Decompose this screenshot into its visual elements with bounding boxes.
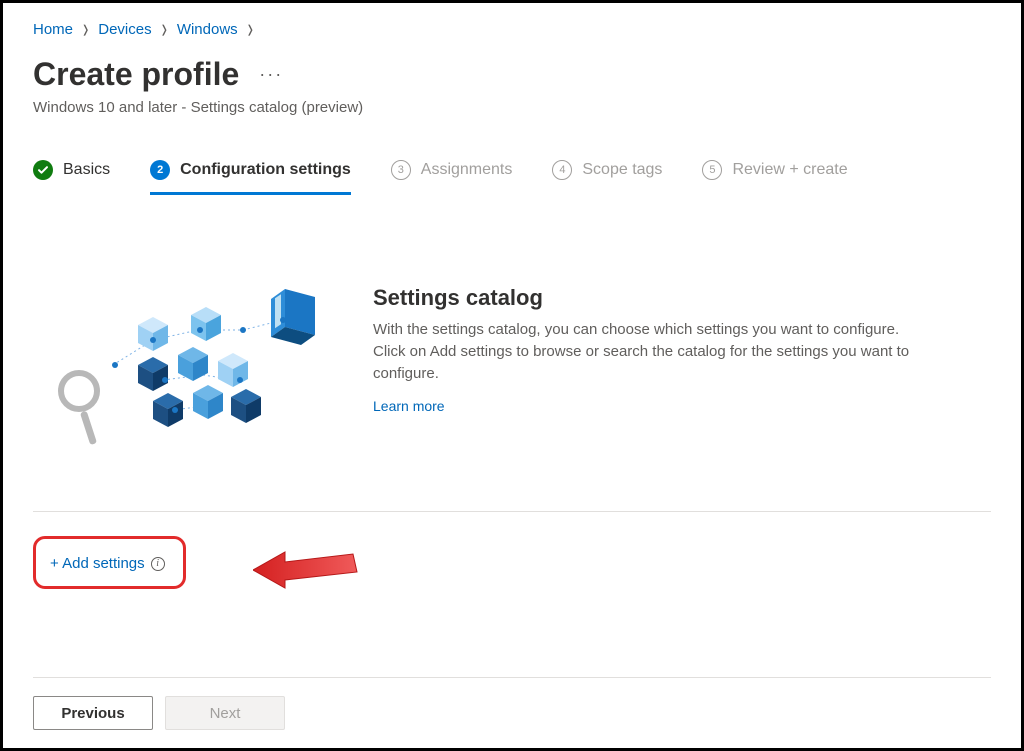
chevron-right-icon: ❭ [160, 23, 169, 36]
step-basics[interactable]: Basics [33, 160, 110, 195]
step-label: Basics [63, 161, 110, 179]
add-settings-callout: + Add settings i [33, 536, 186, 589]
add-settings-label: + Add settings [50, 555, 145, 572]
step-label: Scope tags [582, 161, 662, 179]
step-number-badge: 4 [552, 160, 572, 180]
page-title: Create profile [33, 56, 239, 93]
breadcrumb: Home ❭ Devices ❭ Windows ❭ [33, 21, 991, 38]
step-number-badge: 2 [150, 160, 170, 180]
more-actions-button[interactable]: ··· [257, 62, 285, 87]
checkmark-icon [33, 160, 53, 180]
add-settings-button[interactable]: + Add settings i [50, 555, 165, 572]
step-label: Review + create [732, 161, 847, 179]
settings-catalog-heading: Settings catalog [373, 285, 913, 311]
settings-catalog-text: Settings catalog With the settings catal… [373, 285, 913, 455]
step-number-badge: 3 [391, 160, 411, 180]
wizard-footer: Previous Next [33, 677, 991, 748]
chevron-right-icon: ❭ [81, 23, 90, 36]
settings-catalog-illustration [43, 285, 333, 455]
step-assignments[interactable]: 3 Assignments [391, 160, 513, 195]
breadcrumb-link-devices[interactable]: Devices [98, 21, 151, 38]
chevron-right-icon: ❭ [246, 23, 255, 36]
step-number-badge: 5 [702, 160, 722, 180]
content-area: Settings catalog With the settings catal… [33, 285, 991, 455]
page-subtitle: Windows 10 and later - Settings catalog … [33, 99, 991, 116]
learn-more-link[interactable]: Learn more [373, 398, 445, 414]
step-scope-tags[interactable]: 4 Scope tags [552, 160, 662, 195]
annotation-arrow-icon [253, 540, 363, 600]
breadcrumb-link-windows[interactable]: Windows [177, 21, 238, 38]
wizard-steps: Basics 2 Configuration settings 3 Assign… [33, 160, 991, 195]
step-label: Assignments [421, 161, 513, 179]
next-button: Next [165, 696, 285, 730]
previous-button[interactable]: Previous [33, 696, 153, 730]
info-icon[interactable]: i [151, 557, 165, 571]
window-frame: Home ❭ Devices ❭ Windows ❭ Create profil… [0, 0, 1024, 751]
step-label: Configuration settings [180, 161, 351, 179]
settings-catalog-description: With the settings catalog, you can choos… [373, 319, 913, 384]
page-header: Create profile ··· [33, 56, 991, 93]
divider [33, 511, 991, 512]
breadcrumb-link-home[interactable]: Home [33, 21, 73, 38]
step-review-create[interactable]: 5 Review + create [702, 160, 847, 195]
step-configuration-settings[interactable]: 2 Configuration settings [150, 160, 351, 195]
